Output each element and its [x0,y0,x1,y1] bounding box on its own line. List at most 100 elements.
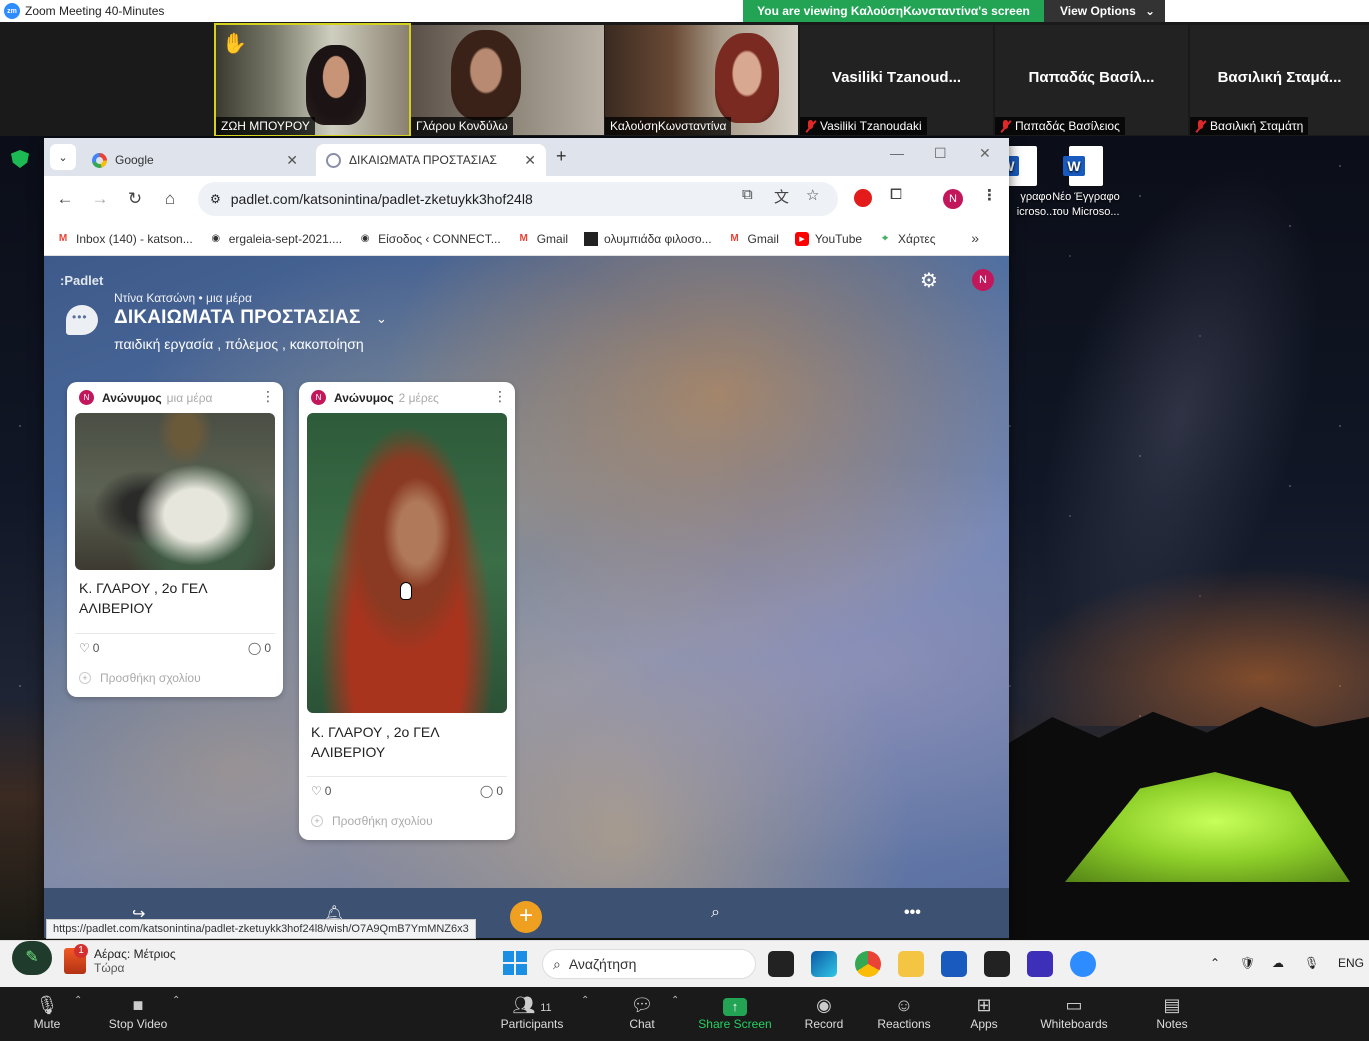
adblock-extension-icon[interactable] [854,189,872,207]
bookmark-item[interactable]: ◉ ergaleia-sept-2021.... [209,232,342,246]
tab-search-button[interactable]: ⌄ [50,144,76,170]
task-view-icon[interactable] [768,951,794,977]
maximize-icon[interactable]: ☐ [934,145,947,162]
close-icon[interactable]: ✕ [286,152,298,169]
settings-gear-icon[interactable]: ⚙ [920,270,942,292]
back-icon[interactable]: ← [52,186,78,212]
viewing-screen-banner: You are viewing ΚαλούσηΚωνσταντίνα's scr… [743,0,1044,22]
post-image[interactable] [307,413,507,713]
app-icon[interactable] [984,951,1010,977]
participant-tile-6[interactable]: Βασιλική Σταμά... Βασιλική Σταμάτη [1190,25,1369,135]
desktop-icon-label: του Microso... [1052,206,1120,218]
post-author: Ανώνυμος [102,390,162,405]
chrome-icon[interactable] [855,951,881,977]
bookmark-item[interactable]: M Inbox (140) - katson... [56,232,193,246]
chevron-up-icon[interactable]: ⌃ [172,995,180,1006]
padlet-title[interactable]: ΔΙΚΑΙΩΜΑΤΑ ΠΡΟΣΤΑΣΙΑΣ [114,307,361,329]
bookmark-item[interactable]: ◉ Είσοδος ‹ CONNECT... [358,232,501,246]
menu-kebab-icon[interactable]: ⋮ [982,186,997,204]
language-indicator[interactable]: ENG [1338,956,1364,970]
annotate-pen-icon[interactable]: ✎ [12,941,52,975]
post-header: N Ανώνυμος 2 μέρες [311,390,439,405]
comment-count-button[interactable]: ◯ 0 [480,784,503,798]
padlet-logo[interactable]: :Padlet [60,273,103,288]
microphone-icon[interactable]: 🎙︎ [1304,956,1319,970]
mute-button[interactable]: 🎙︎ Mute [22,993,72,1031]
post-card-1[interactable]: N Ανώνυμος μια μέρα ⋮ Κ. ΓΛΑΡΟΥ , 2ο ΓΕΛ… [67,382,283,697]
add-comment-button[interactable]: + Προσθήκη σχολίου [311,814,433,828]
add-comment-button[interactable]: + Προσθήκη σχολίου [79,671,201,685]
translate-icon[interactable]: 文 [774,186,789,207]
windows-start-icon[interactable] [503,951,527,975]
participant-tile-2[interactable]: Γλάρου Κονδύλω [411,25,604,135]
participants-button[interactable]: 👥︎ 11 Participants [496,993,568,1031]
post-body: Κ. ΓΛΑΡΟΥ , 2ο ΓΕΛ ΑΛΙΒΕΡΙΟΥ [79,578,208,618]
like-button[interactable]: ♡ 0 [79,641,99,655]
post-menu-icon[interactable]: ⋮ [493,389,507,403]
stop-video-button[interactable]: ■ Stop Video [100,993,176,1031]
taskbar-search[interactable]: ⌕ Αναζήτηση [542,949,756,979]
post-card-2[interactable]: N Ανώνυμος 2 μέρες ⋮ Κ. ΓΛΑΡΟΥ , 2ο ΓΕΛ … [299,382,515,840]
app-icon[interactable] [1027,951,1053,977]
post-image[interactable] [75,413,275,570]
minimize-icon[interactable]: — [890,145,904,161]
chevron-up-icon[interactable]: ⌃ [671,995,679,1006]
bookmarks-overflow-icon[interactable]: » [971,230,979,246]
zoom-taskbar-icon[interactable] [1070,951,1096,977]
desktop-icon-word-2[interactable]: Νέο Έγγραφο του Microso... [1046,146,1126,220]
chat-button[interactable]: 💬︎ Chat [622,993,662,1031]
post-menu-icon[interactable]: ⋮ [261,389,275,403]
word-icon[interactable] [941,951,967,977]
home-icon[interactable]: ⌂ [157,186,183,212]
defender-icon[interactable]: 🛡︎ [1240,956,1255,970]
padlet-avatar[interactable]: N [972,269,994,291]
site-info-icon[interactable]: ⚙ [210,192,221,206]
like-button[interactable]: ♡ 0 [311,784,331,798]
record-button[interactable]: ◉ Record [800,993,848,1031]
notes-button[interactable]: ▤ Notes [1150,993,1194,1031]
post-text-line: ΑΛΙΒΕΡΙΟΥ [79,600,154,616]
plus-icon: + [79,672,91,684]
new-tab-button[interactable]: + [556,146,567,167]
bookmark-item[interactable]: M Gmail [728,232,779,246]
post-avatar: N [311,390,326,405]
bookmark-item[interactable]: ολυμπιάδα φιλοσο... [584,231,712,246]
file-explorer-icon[interactable] [898,951,924,977]
participant-tile-5[interactable]: Παπαδάς Βασίλ... Παπαδάς Βασίλειος [995,25,1188,135]
bookmark-star-icon[interactable]: ☆ [806,186,819,204]
profile-avatar[interactable]: N [943,189,963,209]
share-screen-button[interactable]: ↑ Share Screen [696,993,774,1031]
tray-overflow-icon[interactable]: ⌃ [1210,956,1220,970]
edge-icon[interactable] [811,951,837,977]
post-time: 2 μέρες [398,390,439,405]
chevron-down-icon[interactable]: ⌄ [376,311,387,327]
weather-widget[interactable]: Αέρας: Μέτριος Τώρα [64,944,176,975]
apps-button[interactable]: ⊞ Apps [964,993,1004,1031]
forward-icon[interactable]: → [87,186,113,212]
add-post-button[interactable]: + [510,901,542,933]
extensions-icon[interactable]: ⧠ [890,186,902,203]
bookmark-item[interactable]: ▶ YouTube [794,231,862,246]
reactions-button[interactable]: ☺ Reactions [874,993,934,1031]
bookmark-item[interactable]: M Gmail [517,232,569,246]
participant-video [715,33,779,123]
participant-display-name: Παπαδάς Βασίλ... [1028,69,1155,86]
chevron-up-icon[interactable]: ⌃ [74,995,82,1006]
close-icon[interactable]: ✕ [524,152,536,169]
participant-tile-3[interactable]: ΚαλούσηΚωνσταντίνα [605,25,798,135]
bookmark-item[interactable]: ⌖ Χάρτες [878,232,935,246]
participant-tile-1[interactable]: ✋ ΖΩΗ ΜΠΟΥΡΟΥ [214,23,411,137]
tab-google[interactable]: Google ✕ [82,144,308,176]
search-icon[interactable]: ⌕ [711,904,720,922]
view-options-button[interactable]: View Options ⌄ [1044,0,1165,22]
reload-icon[interactable]: ↻ [122,186,148,212]
chevron-up-icon[interactable]: ⌃ [581,995,589,1006]
open-in-app-icon[interactable]: ⧉ [742,186,753,203]
whiteboards-button[interactable]: ▭ Whiteboards [1036,993,1112,1031]
participant-tile-4[interactable]: Vasiliki Tzanoud... Vasiliki Tzanoudaki [800,25,993,135]
comment-count-button[interactable]: ◯ 0 [248,641,271,655]
tab-padlet[interactable]: ΔΙΚΑΙΩΜΑΤΑ ΠΡΟΣΤΑΣΙΑΣ ✕ [316,144,546,176]
window-close-icon[interactable]: ✕ [979,145,991,162]
more-icon[interactable]: ••• [904,904,921,922]
onedrive-icon[interactable]: ☁ [1272,956,1284,970]
